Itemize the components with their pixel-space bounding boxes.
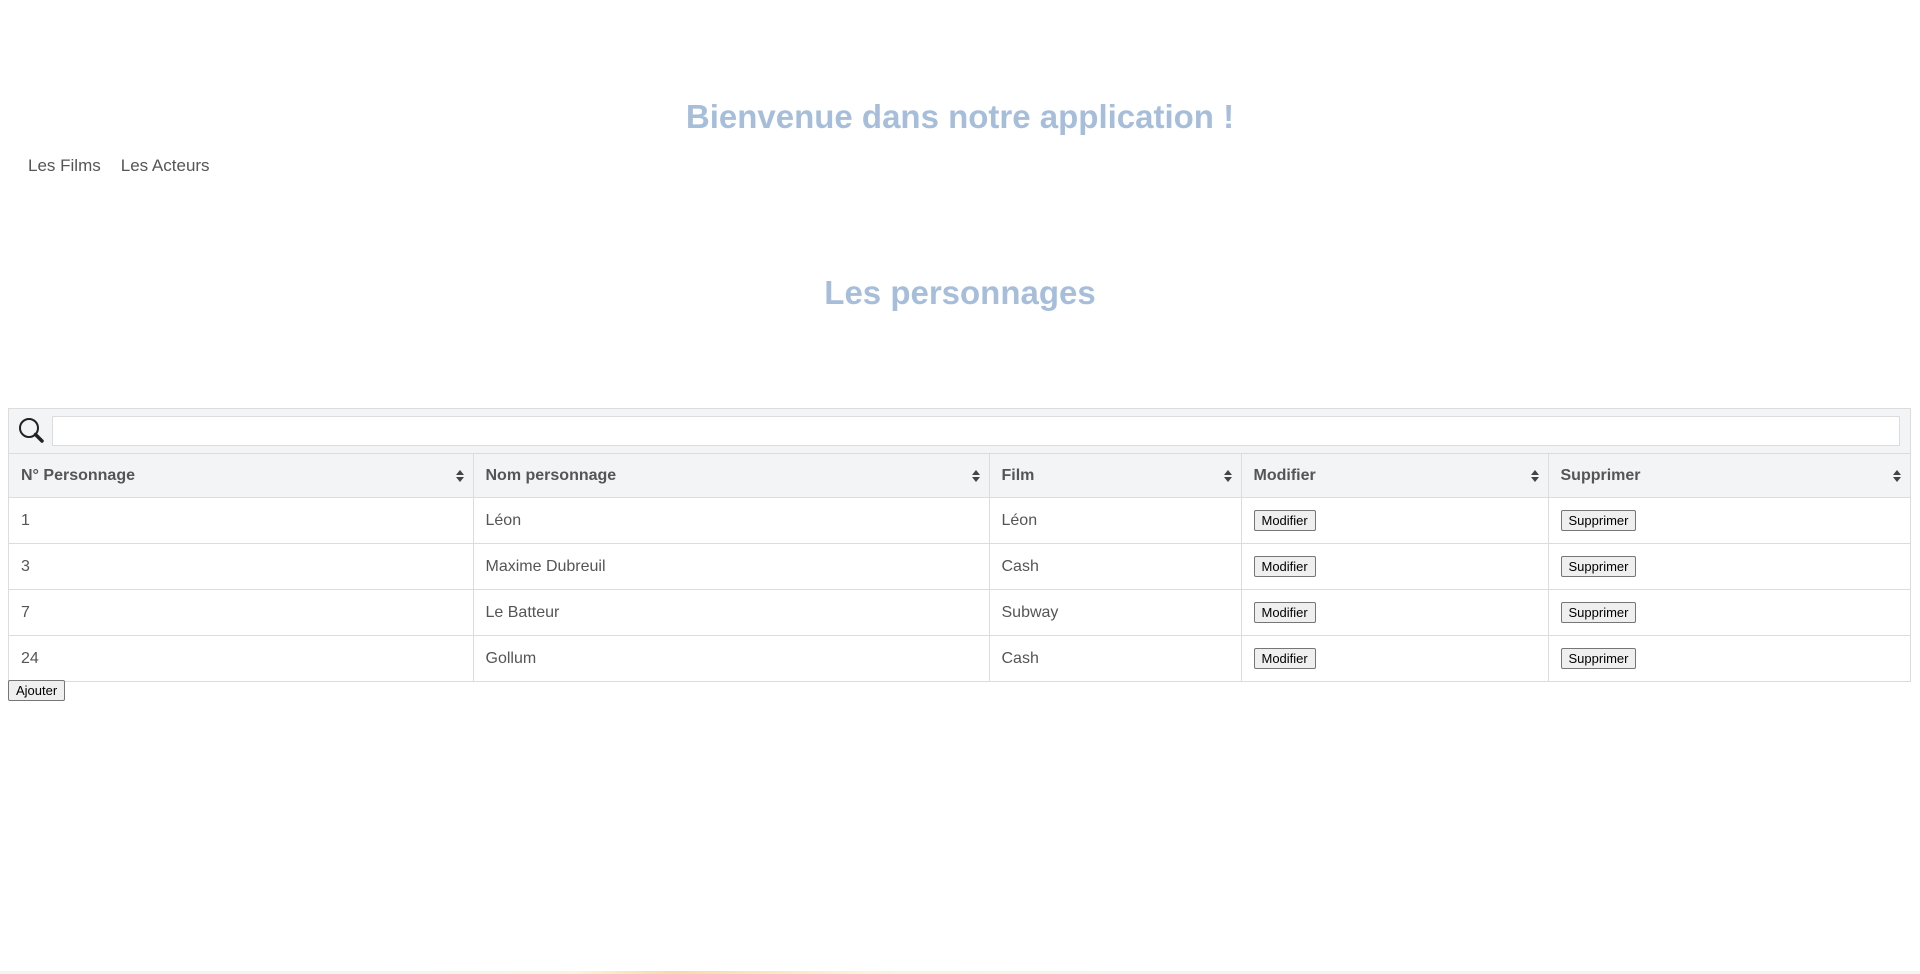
column-header-label: Supprimer [1560, 466, 1641, 484]
cell-film: Léon [989, 497, 1242, 544]
search-bar [9, 409, 1910, 453]
cell-supprimer: Supprimer [1548, 497, 1910, 544]
edit-button[interactable]: Modifier [1253, 556, 1316, 577]
cell-modifier: Modifier [1241, 635, 1549, 681]
column-header-supprimer[interactable]: Supprimer [1548, 453, 1910, 498]
nav-link-acteurs[interactable]: Les Acteurs [121, 156, 210, 176]
sort-icon [1530, 469, 1539, 482]
column-header-label: N° Personnage [21, 466, 135, 484]
cell-id: 24 [9, 635, 474, 681]
cell-modifier: Modifier [1241, 589, 1549, 636]
page-title: Les personnages [824, 274, 1096, 311]
characters-table-container: N° Personnage Nom personnage Film Modifi… [8, 408, 1911, 682]
delete-button[interactable]: Supprimer [1560, 648, 1637, 669]
column-header-label: Film [1001, 466, 1035, 484]
sort-icon [1223, 469, 1232, 482]
cell-supprimer: Supprimer [1548, 589, 1910, 636]
column-header-name[interactable]: Nom personnage [473, 453, 990, 498]
edit-button[interactable]: Modifier [1253, 510, 1316, 531]
cell-supprimer: Supprimer [1548, 636, 1910, 682]
edit-button[interactable]: Modifier [1253, 648, 1316, 669]
table-row: 24 Gollum Cash Modifier Supprimer [9, 635, 1910, 682]
delete-button[interactable]: Supprimer [1560, 556, 1637, 577]
cell-id: 3 [9, 543, 474, 590]
table-row: 1 Léon Léon Modifier Supprimer [9, 497, 1910, 544]
sort-icon [1893, 469, 1901, 482]
delete-button[interactable]: Supprimer [1560, 602, 1637, 623]
search-input[interactable] [52, 416, 1900, 446]
cell-name: Maxime Dubreuil [473, 543, 990, 590]
table-row: 3 Maxime Dubreuil Cash Modifier Supprime… [9, 543, 1910, 590]
column-header-modifier[interactable]: Modifier [1241, 453, 1549, 498]
cell-name: Gollum [473, 635, 990, 681]
cell-modifier: Modifier [1241, 497, 1549, 544]
cell-name: Le Batteur [473, 589, 990, 636]
cell-id: 1 [9, 497, 474, 544]
column-header-label: Nom personnage [485, 466, 617, 484]
search-icon [19, 418, 44, 443]
sort-icon [971, 469, 980, 482]
table-row: 7 Le Batteur Subway Modifier Supprimer [9, 589, 1910, 636]
table-header-row: N° Personnage Nom personnage Film Modifi… [9, 453, 1910, 498]
column-header-film[interactable]: Film [989, 453, 1242, 498]
edit-button[interactable]: Modifier [1253, 602, 1316, 623]
cell-id: 7 [9, 589, 474, 636]
characters-table: N° Personnage Nom personnage Film Modifi… [9, 453, 1910, 681]
cell-film: Cash [989, 543, 1242, 590]
delete-button[interactable]: Supprimer [1560, 510, 1637, 531]
column-header-id[interactable]: N° Personnage [9, 453, 474, 498]
cell-supprimer: Supprimer [1548, 543, 1910, 590]
column-header-label: Modifier [1253, 466, 1316, 484]
cell-modifier: Modifier [1241, 543, 1549, 590]
nav-link-films[interactable]: Les Films [28, 156, 101, 176]
cell-film: Cash [989, 635, 1242, 681]
add-button[interactable]: Ajouter [8, 680, 66, 701]
main-nav: Les Films Les Acteurs [28, 156, 210, 176]
cell-film: Subway [989, 589, 1242, 636]
sort-icon [455, 469, 464, 482]
app-title: Bienvenue dans notre application ! [685, 98, 1235, 135]
cell-name: Léon [473, 497, 990, 544]
